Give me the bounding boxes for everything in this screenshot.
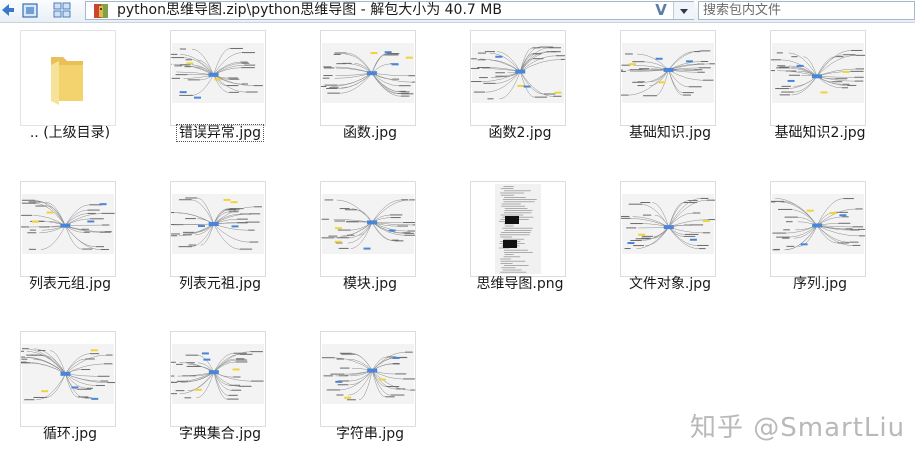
file-name-text: 错误异常.jpg xyxy=(175,124,265,142)
view-grid-icon[interactable] xyxy=(52,1,72,20)
file-name: 序列.jpg xyxy=(750,273,890,293)
image-thumbnail xyxy=(320,181,416,277)
file-item[interactable]: 错误异常.jpg xyxy=(150,22,290,172)
file-name: 列表元组.jpg xyxy=(0,273,140,293)
file-name: 文件对象.jpg xyxy=(600,273,740,293)
file-name: 模块.jpg xyxy=(300,273,440,293)
file-name-text: 循环.jpg xyxy=(42,426,98,442)
file-item[interactable]: 列表元组.jpg xyxy=(0,173,140,323)
image-thumbnail xyxy=(770,181,866,277)
file-name-text: 基础知识.jpg xyxy=(628,125,712,141)
folder-icon xyxy=(20,30,116,126)
image-thumbnail xyxy=(320,30,416,126)
search-box[interactable] xyxy=(698,1,915,20)
image-thumbnail xyxy=(170,331,266,427)
file-name-text: 字典集合.jpg xyxy=(178,426,262,442)
image-thumbnail xyxy=(320,331,416,427)
search-input[interactable] xyxy=(699,2,883,19)
file-name-text: 函数2.jpg xyxy=(488,125,552,141)
file-name: 字典集合.jpg xyxy=(150,423,290,443)
watermark: 知乎 @SmartLiu xyxy=(690,413,906,443)
toolbar: python思维导图.zip\python思维导图 - 解包大小为 40.7 M… xyxy=(0,0,915,23)
image-thumbnail xyxy=(620,181,716,277)
archive-icon xyxy=(93,3,109,19)
file-name-text: 文件对象.jpg xyxy=(628,276,712,292)
address-bar[interactable]: python思维导图.zip\python思维导图 - 解包大小为 40.7 M… xyxy=(85,1,694,20)
file-name: 错误异常.jpg xyxy=(150,122,290,142)
image-thumbnail xyxy=(620,30,716,126)
view-large-icons-icon[interactable] xyxy=(20,1,40,20)
file-item[interactable]: 函数.jpg xyxy=(300,22,440,172)
address-path: python思维导图.zip\python思维导图 - 解包大小为 40.7 M… xyxy=(117,2,502,18)
address-dropdown-glyph[interactable]: V xyxy=(651,1,671,20)
file-name-text: 列表元祖.jpg xyxy=(178,276,262,292)
file-name: 循环.jpg xyxy=(0,423,140,443)
parent-folder-item[interactable]: .. (上级目录) xyxy=(0,22,140,172)
image-thumbnail xyxy=(470,30,566,126)
file-name: 函数2.jpg xyxy=(450,122,590,142)
file-item[interactable]: 字典集合.jpg xyxy=(150,323,290,473)
file-name-text: 字符串.jpg xyxy=(335,426,405,442)
file-name-text: 基础知识2.jpg xyxy=(774,125,866,141)
image-thumbnail xyxy=(170,30,266,126)
file-name: 基础知识2.jpg xyxy=(750,122,890,142)
back-arrow-icon[interactable] xyxy=(0,1,20,20)
file-item[interactable]: 列表元祖.jpg xyxy=(150,173,290,323)
file-item[interactable]: 思维导图.png xyxy=(450,173,590,323)
image-thumbnail xyxy=(470,181,566,277)
image-thumbnail xyxy=(20,181,116,277)
file-item[interactable]: 基础知识2.jpg xyxy=(750,22,890,172)
file-item[interactable]: 函数2.jpg xyxy=(450,22,590,172)
file-item[interactable]: 循环.jpg xyxy=(0,323,140,473)
file-item[interactable]: 字符串.jpg xyxy=(300,323,440,473)
file-name-text: 列表元组.jpg xyxy=(28,276,112,292)
file-item[interactable]: 模块.jpg xyxy=(300,173,440,323)
file-name: 函数.jpg xyxy=(300,122,440,142)
image-thumbnail xyxy=(20,331,116,427)
chevron-down-icon[interactable] xyxy=(673,2,694,19)
file-name: .. (上级目录) xyxy=(0,122,140,142)
file-name-text: 函数.jpg xyxy=(342,125,398,141)
file-item[interactable]: 基础知识.jpg xyxy=(600,22,740,172)
file-item[interactable]: 序列.jpg xyxy=(750,173,890,323)
file-name-text: .. (上级目录) xyxy=(29,125,111,141)
file-item[interactable]: 文件对象.jpg xyxy=(600,173,740,323)
file-name-text: 序列.jpg xyxy=(792,276,848,292)
file-name-text: 模块.jpg xyxy=(342,276,398,292)
image-thumbnail xyxy=(170,181,266,277)
file-name: 字符串.jpg xyxy=(300,423,440,443)
file-name: 基础知识.jpg xyxy=(600,122,740,142)
file-name-text: 思维导图.png xyxy=(476,276,564,292)
file-name: 思维导图.png xyxy=(450,273,590,293)
file-name: 列表元祖.jpg xyxy=(150,273,290,293)
image-thumbnail xyxy=(770,30,866,126)
